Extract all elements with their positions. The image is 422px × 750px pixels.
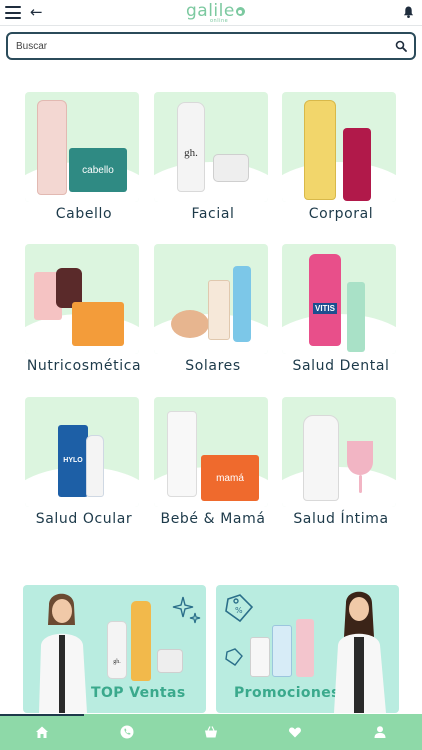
top-sales-label: TOP Ventas bbox=[91, 685, 186, 701]
product-eyedrop bbox=[86, 435, 104, 497]
promotions-banner[interactable]: % Promociones bbox=[216, 585, 399, 713]
category-label: Salud Dental bbox=[292, 358, 390, 374]
product-tube-white bbox=[167, 411, 197, 497]
category-corporal[interactable]: Corporal bbox=[281, 92, 401, 232]
product-bottle: gh. bbox=[107, 621, 127, 679]
product-tube-white bbox=[250, 637, 270, 677]
nav-basket[interactable] bbox=[169, 714, 253, 750]
product-cup-stem bbox=[359, 475, 362, 493]
bell-icon[interactable] bbox=[403, 5, 414, 19]
search-input[interactable] bbox=[8, 34, 378, 59]
category-card-bg bbox=[282, 397, 396, 507]
product-toothpaste bbox=[347, 282, 365, 352]
category-nutricosmetica[interactable]: Nutricosmética bbox=[24, 244, 144, 384]
product-brand: VITIS bbox=[312, 303, 337, 314]
category-label: Bebé & Mamá bbox=[160, 511, 266, 527]
product-box-label: cabello bbox=[82, 164, 114, 176]
phone-icon bbox=[120, 725, 134, 739]
category-facial[interactable]: gh. Facial bbox=[153, 92, 273, 232]
promotions-label: Promociones bbox=[234, 685, 340, 701]
product-tube-white bbox=[208, 280, 230, 340]
category-salud-ocular[interactable]: HYLO Salud Ocular bbox=[24, 397, 144, 537]
product-bottle bbox=[37, 100, 67, 195]
basket-icon bbox=[205, 726, 218, 738]
nav-home[interactable] bbox=[0, 714, 85, 750]
product-bottle: gh. bbox=[177, 102, 205, 192]
category-card-bg bbox=[282, 92, 396, 202]
search-icon[interactable] bbox=[395, 40, 407, 52]
home-icon bbox=[36, 726, 49, 738]
discount-tag-icon: % bbox=[225, 594, 254, 623]
discount-tag-icon bbox=[225, 648, 243, 666]
category-label: Salud Íntima bbox=[293, 511, 389, 527]
product-jar bbox=[213, 154, 249, 182]
category-salud-intima[interactable]: Salud Íntima bbox=[281, 397, 401, 537]
product-box: cabello bbox=[69, 148, 127, 192]
product-tube-pink bbox=[296, 619, 314, 677]
product-box-label: mamá bbox=[216, 472, 244, 484]
search-bar[interactable] bbox=[6, 32, 416, 60]
heart-icon bbox=[289, 727, 302, 738]
nav-account[interactable] bbox=[338, 714, 422, 750]
category-label: Corporal bbox=[308, 206, 374, 222]
category-label: Salud Ocular bbox=[35, 511, 133, 527]
nav-favorites[interactable] bbox=[253, 714, 337, 750]
logo-dot-icon bbox=[235, 7, 245, 16]
product-compact bbox=[171, 310, 209, 338]
product-brand: gh. bbox=[184, 147, 198, 159]
product-box-orange: mamá bbox=[201, 455, 259, 501]
nav-phone[interactable] bbox=[84, 714, 168, 750]
product-box-orange bbox=[72, 302, 124, 346]
logo-subtitle: online bbox=[210, 18, 229, 24]
product-spray bbox=[233, 266, 251, 342]
product-pump-bottle bbox=[303, 415, 339, 501]
product-bottle-oil bbox=[304, 100, 336, 200]
logo[interactable]: galile online bbox=[186, 1, 245, 25]
category-label: Nutricosmética bbox=[26, 358, 142, 374]
category-label: Solares bbox=[185, 358, 241, 374]
category-salud-dental[interactable]: VITIS Salud Dental bbox=[281, 244, 401, 384]
product-brand: HYLO bbox=[63, 457, 83, 464]
product-cup bbox=[347, 441, 373, 475]
product-tube-blue bbox=[272, 625, 292, 677]
product-mouthwash: VITIS bbox=[309, 254, 341, 346]
category-label: Facial bbox=[191, 206, 235, 222]
category-solares[interactable]: Solares bbox=[153, 244, 273, 384]
pharmacist-image bbox=[39, 593, 87, 713]
top-header: ← galile online bbox=[0, 0, 422, 26]
hamburger-menu-icon[interactable] bbox=[5, 6, 21, 19]
category-cabello[interactable]: cabello Cabello bbox=[24, 92, 144, 232]
bottom-navigation bbox=[0, 714, 422, 750]
product-brand: gh. bbox=[113, 659, 121, 665]
product-bottle-oil bbox=[131, 601, 151, 681]
product-jar bbox=[157, 649, 183, 673]
pharmacist-image bbox=[334, 591, 386, 713]
arrow-left-icon[interactable]: ← bbox=[30, 2, 43, 22]
top-sales-banner[interactable]: gh. TOP Ventas bbox=[23, 585, 206, 713]
category-label: Cabello bbox=[55, 206, 113, 222]
svg-text:%: % bbox=[235, 606, 243, 615]
category-card-bg bbox=[154, 92, 268, 202]
product-box-blue: HYLO bbox=[58, 425, 88, 497]
category-bebe-mama[interactable]: mamá Bebé & Mamá bbox=[153, 397, 273, 537]
user-icon bbox=[374, 726, 386, 738]
product-tube bbox=[343, 128, 371, 201]
sparkle-icon bbox=[172, 596, 201, 624]
